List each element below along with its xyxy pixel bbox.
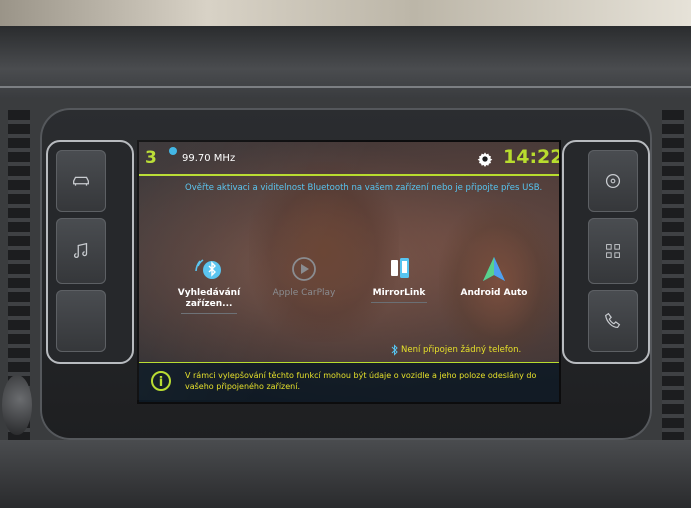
left-button-panel xyxy=(46,140,134,364)
app-label: Android Auto xyxy=(460,288,528,298)
windshield-background xyxy=(0,0,691,26)
gear-icon[interactable] xyxy=(477,151,493,167)
clock: 14:22 xyxy=(503,146,561,168)
dashboard-top xyxy=(0,26,691,98)
outside-temperature: 3 xyxy=(145,148,157,168)
bluetooth-search-button[interactable]: Vyhledávání zařízen... xyxy=(169,254,249,334)
carplay-icon xyxy=(292,257,316,281)
bluetooth-instruction-text: Ověřte aktivaci a viditelnost Bluetooth … xyxy=(185,183,543,193)
info-icon[interactable]: i xyxy=(151,371,171,391)
android-auto-icon xyxy=(483,257,505,281)
infotainment-screen: 3 99.70 MHz 14:22 Ověřte aktivaci a vidi… xyxy=(137,140,561,404)
divider xyxy=(371,302,427,303)
info-message: V rámci vylepšování těchto funkcí mohou … xyxy=(185,371,537,391)
blank-hardware-button[interactable] xyxy=(56,290,106,352)
mirrorlink-button[interactable]: MirrorLink xyxy=(359,254,439,334)
app-label: Vyhledávání zařízen... xyxy=(177,288,241,309)
phone-icon xyxy=(605,312,621,329)
connection-status: Není připojen žádný telefon. xyxy=(401,345,522,355)
air-vent-right xyxy=(662,110,684,440)
vent-knob xyxy=(2,375,32,435)
dashboard-bottom xyxy=(0,440,691,508)
apps-button[interactable] xyxy=(588,218,638,284)
divider xyxy=(181,313,237,314)
android-auto-button[interactable]: Android Auto xyxy=(454,254,534,334)
car-icon xyxy=(73,176,89,186)
app-label: MirrorLink xyxy=(372,288,426,298)
settings-button[interactable] xyxy=(588,150,638,212)
status-bar: 3 99.70 MHz 14:22 xyxy=(139,142,559,176)
media-button[interactable] xyxy=(56,218,106,284)
settings-dial-icon xyxy=(605,173,621,189)
apps-grid-icon xyxy=(606,244,620,258)
app-label: Apple CarPlay xyxy=(272,288,336,298)
music-note-icon xyxy=(73,242,88,259)
radio-frequency[interactable]: 99.70 MHz xyxy=(182,153,235,164)
info-bar: i V rámci vylepšování těchto funkcí moho… xyxy=(139,362,559,402)
right-button-panel xyxy=(562,140,650,364)
bluetooth-search-icon xyxy=(195,259,221,279)
apple-carplay-button[interactable]: Apple CarPlay xyxy=(264,254,344,334)
temperature-unit-icon xyxy=(169,147,177,155)
phone-button[interactable] xyxy=(588,290,638,352)
mirrorlink-icon xyxy=(391,258,409,278)
vehicle-button[interactable] xyxy=(56,150,106,212)
bluetooth-icon xyxy=(391,344,398,356)
